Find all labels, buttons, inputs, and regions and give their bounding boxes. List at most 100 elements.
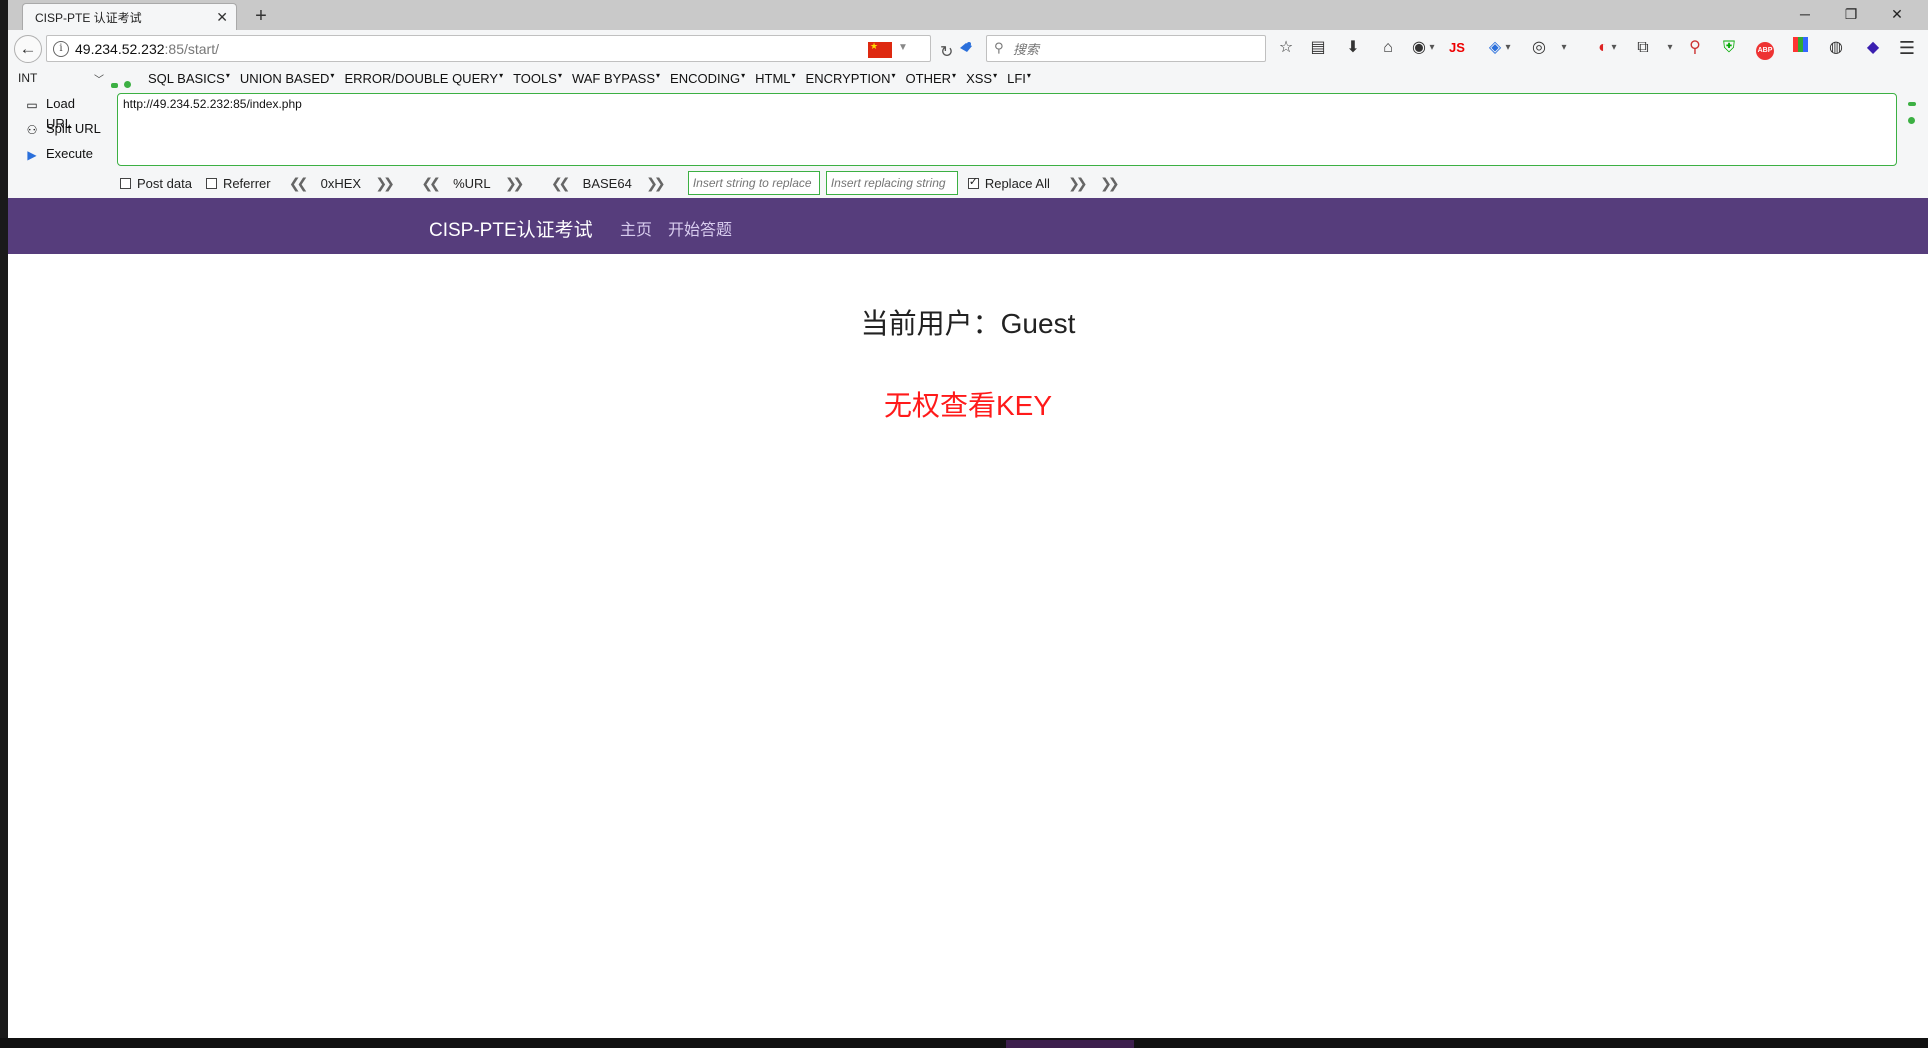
menu-html[interactable]: HTML▾ [755,71,795,86]
reading-list-icon[interactable]: ▤ [1305,35,1331,61]
search-box[interactable]: ⚲ [986,35,1266,62]
search-icon: ⚲ [994,40,1004,55]
split-url-icon: ⚇ [26,123,38,137]
hex-encoder: ❮❮ 0xHEX ❯❯ [285,176,395,191]
restore-button[interactable]: ❐ [1828,0,1874,30]
encode-right-icon[interactable]: ❯❯ [371,176,395,190]
decode-left-icon[interactable]: ❮❮ [547,176,571,190]
hackbar-actions: ▭ Load URL ⚇ Split URL ▶ Execute [16,94,104,169]
url-encoder: ❮❮ %URL ❯❯ [417,176,525,191]
bookmark-star-icon[interactable]: ☆ [1273,35,1299,61]
post-data-checkbox[interactable] [120,177,131,189]
load-url-button[interactable]: ▭ Load URL [16,94,104,131]
minimize-button[interactable]: ─ [1782,0,1828,30]
hackbar-toggles [111,76,137,91]
post-data-option[interactable]: Post data [120,176,192,191]
plus-icon[interactable] [124,81,131,88]
select-value: INT [18,71,38,85]
taskbar [0,1038,1928,1048]
new-tab-button[interactable]: + [248,3,274,29]
current-user-heading: 当前用户：Guest [860,308,1076,339]
encode-right-icon[interactable]: ❯❯ [501,176,525,190]
tab-title: CISP-PTE 认证考试 [35,10,142,25]
menu-encoding[interactable]: ENCODING▾ [670,71,745,86]
minus-icon[interactable] [1908,102,1916,106]
hamburger-menu-icon[interactable]: ☰ [1894,35,1920,61]
chevron-down-icon[interactable]: ▾ [1502,35,1514,61]
chevron-down-icon[interactable]: ▾ [1558,35,1570,61]
menu-error-double-query[interactable]: ERROR/DOUBLE QUERY▾ [344,71,503,86]
decode-left-icon[interactable]: ❮❮ [285,176,309,190]
site-navbar: CISP-PTE认证考试 主页 开始答题 [8,198,1928,254]
reload-icon[interactable]: ↻ [940,42,953,62]
split-url-button[interactable]: ⚇ Split URL [16,119,104,144]
back-button[interactable]: ← [14,35,42,63]
download-icon[interactable]: ⬇ [1340,35,1366,61]
tab-strip: CISP-PTE 认证考试 ✕ + ─ ❐ ✕ [8,0,1928,30]
load-url-icon: ▭ [26,98,38,112]
menu-union-based[interactable]: UNION BASED▾ [240,71,335,86]
browser-window: CISP-PTE 认证考试 ✕ + ─ ❐ ✕ ← i 49.234.52.23… [8,0,1928,1038]
base64-encoder: ❮❮ BASE64 ❯❯ [547,176,666,191]
referrer-option[interactable]: Referrer [205,176,271,191]
nav-start-quiz-link[interactable]: 开始答题 [668,216,732,240]
replace-right-icon[interactable]: ❯❯ [1064,176,1088,190]
menu-sql-basics[interactable]: SQL BASICS▾ [148,71,230,86]
menu-waf-bypass[interactable]: WAF BYPASS▾ [572,71,660,86]
address-bar[interactable]: i 49.234.52.232:85/start/ ★ ▼ ↻ [46,35,953,62]
hackbar-options: Post data Referrer ❮❮ 0xHEX ❯❯ ❮❮ %URL ❯… [120,171,1120,195]
china-flag-icon[interactable]: ★ [868,41,892,58]
menu-encryption[interactable]: ENCRYPTION▾ [806,71,896,86]
encode-right-icon[interactable]: ❯❯ [642,176,666,190]
nav-home-link[interactable]: 主页 [620,216,652,240]
chevron-down-icon[interactable]: ▼ [898,42,908,53]
menu-other[interactable]: OTHER▾ [906,71,957,86]
site-info-icon[interactable]: i [53,41,69,57]
no-permission-message: 无权查看KEY [883,390,1053,421]
puzzle-extension-icon[interactable] [958,39,974,55]
replace-all-option[interactable]: Replace All [967,175,1050,191]
page-content: CISP-PTE认证考试 主页 开始答题 当前用户：Guest 无权查看KEY [8,198,1928,1038]
diamond-extension-icon[interactable]: ◆ [1860,35,1886,61]
chevron-down-icon[interactable]: ▾ [1608,35,1620,61]
plus-icon[interactable] [1908,117,1915,124]
active-taskbar-item[interactable] [1006,1040,1134,1048]
adblock-icon[interactable]: ABP [1752,35,1778,61]
menu-xss[interactable]: XSS▾ [966,71,997,86]
minus-icon[interactable] [111,83,118,88]
chevron-down-icon: ﹀ [94,75,104,86]
close-window-button[interactable]: ✕ [1874,0,1920,30]
referrer-checkbox[interactable] [205,177,217,189]
hackbar-type-select[interactable]: INT ﹀ [18,71,104,87]
browser-tab[interactable]: CISP-PTE 认证考试 ✕ [22,3,237,30]
replace-all-checkbox[interactable] [967,175,979,189]
chevron-down-icon[interactable]: ▾ [1426,35,1438,61]
zoom-extension-icon[interactable]: ⚲ [1682,35,1708,61]
js-extension-icon[interactable]: JS [1444,35,1470,61]
menu-tools[interactable]: TOOLS▾ [513,71,562,86]
site-brand[interactable]: CISP-PTE认证考试 [429,215,593,242]
chevron-down-icon[interactable]: ▾ [1664,35,1676,61]
palette-icon[interactable]: ◎ [1526,35,1552,61]
back-arrow-icon: ← [19,39,37,58]
decode-left-icon[interactable]: ❮❮ [417,176,441,190]
hackbar-url-input[interactable]: http://49.234.52.232:85/index.php [117,93,1897,166]
replacing-string-input[interactable] [825,171,958,195]
search-input[interactable] [1011,39,1255,60]
execute-button[interactable]: ▶ Execute [16,144,104,169]
wheel-extension-icon[interactable]: ◍ [1823,35,1849,61]
shield-icon[interactable]: ⛨ [1716,35,1742,61]
grid-extension-icon[interactable] [1787,35,1813,61]
home-icon[interactable]: ⌂ [1375,35,1401,61]
hackbar: INT ﹀ SQL BASICS▾ UNION BASED▾ ERROR/DOU… [8,68,1928,198]
replace-next-icon[interactable]: ❯❯ [1096,176,1120,190]
hackbar-menu: SQL BASICS▾ UNION BASED▾ ERROR/DOUBLE QU… [148,71,1041,86]
url-host: 49.234.52.232 [75,41,165,57]
address-text[interactable]: 49.234.52.232:85/start/ [75,41,219,57]
play-icon: ▶ [27,148,37,162]
navigation-bar: ← i 49.234.52.232:85/start/ ★ ▼ ↻ ⚲ ☆ ▤ … [8,30,1928,69]
menu-lfi[interactable]: LFI▾ [1007,71,1031,86]
tab-close-icon[interactable]: ✕ [216,9,228,26]
window-extension-icon[interactable]: ⧉ [1630,35,1656,61]
replace-string-input[interactable] [687,171,820,195]
